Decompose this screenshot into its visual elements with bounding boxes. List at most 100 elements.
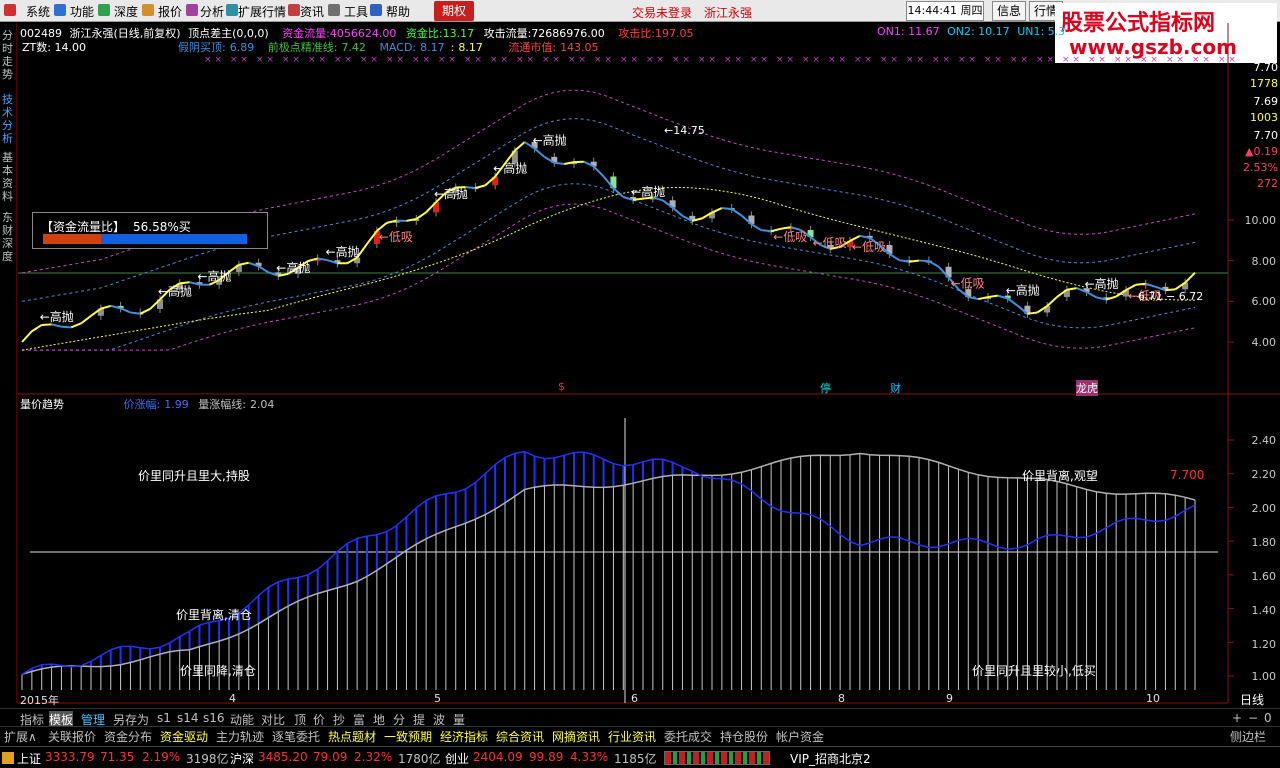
fund-box-title: 【资金流量比】: [41, 220, 126, 234]
event-marker-finance[interactable]: 财: [890, 380, 901, 396]
zoom-in-button[interactable]: +: [1232, 711, 1242, 725]
price-line-segment: [139, 308, 151, 315]
lower-panel: [21, 418, 1234, 703]
zt-value: 14.00: [54, 41, 86, 54]
tab-consensus[interactable]: 一致预期: [384, 728, 432, 745]
cross-marker: × ×: [776, 55, 794, 65]
sell-signal: ←高抛: [1006, 282, 1040, 297]
event-marker-dragon-tiger[interactable]: 龙虎: [1076, 380, 1098, 396]
tab-hot-topics[interactable]: 热点题材: [328, 728, 376, 745]
buy-signal: ←低吸: [773, 230, 807, 244]
fn-s14[interactable]: s14: [177, 711, 199, 725]
tab-industry-news[interactable]: 行业资讯: [608, 728, 656, 745]
sh-label[interactable]: 上证: [17, 750, 41, 767]
fund-buy-bar: [43, 234, 101, 244]
macd-label: MACD:: [379, 41, 417, 54]
tab-related-quotes[interactable]: 关联报价: [48, 728, 96, 745]
right-info-0: 7.70: [1253, 61, 1279, 74]
cross-marker: × ×: [958, 55, 976, 65]
cross-marker: × ×: [594, 55, 612, 65]
sz-amount: 1780亿: [398, 752, 441, 766]
sell-signal: ←高抛: [326, 244, 360, 259]
macd-value-2: 8.17: [458, 41, 483, 54]
x-label-9: 9: [946, 692, 953, 705]
cross-marker: × ×: [230, 55, 248, 65]
price-line-segment: [179, 281, 190, 285]
macd-value-1: 8.17: [420, 41, 445, 54]
tab-fund-drive[interactable]: 资金驱动: [160, 728, 208, 745]
nav-tab-timeshare[interactable]: 分时走势: [2, 29, 15, 81]
attack-ratio-value: 197.05: [655, 27, 694, 40]
price-line-segment: [61, 325, 72, 329]
lower-vol-value: 2.04: [249, 398, 275, 411]
price-axis-label-8: 8.00: [1251, 255, 1277, 268]
cy-change: 99.89: [529, 750, 564, 764]
x-label-6: 6: [631, 692, 638, 705]
cross-marker: × ×: [880, 55, 898, 65]
tab-holdings[interactable]: 持仓股份: [720, 728, 768, 745]
cy-amount: 1185亿: [614, 752, 657, 766]
sell-signal: ←高抛: [158, 283, 192, 298]
menu-system-icon: [4, 4, 16, 16]
sz-label[interactable]: 沪深: [230, 750, 254, 767]
on2-value: ON2: 10.17: [947, 25, 1010, 38]
tab-main-track[interactable]: 主力轨迹: [216, 728, 264, 745]
price-line-segment: [671, 206, 684, 217]
right-info-1: 1778: [1250, 77, 1278, 90]
nav-tab-technical[interactable]: 技术分析: [2, 93, 15, 145]
tab-account[interactable]: 帐户资金: [776, 728, 824, 745]
lower-axis-120: 1.20: [1251, 638, 1277, 651]
tab-order-detail[interactable]: 逐笔委托: [272, 728, 320, 745]
event-marker-suspend[interactable]: 停: [820, 380, 831, 396]
sell-signal: ←高抛: [493, 161, 527, 176]
sell-signal: ←高抛: [1085, 276, 1119, 291]
cross-marker: × ×: [204, 55, 222, 65]
price-line-segment: [415, 211, 427, 220]
cross-marker: × ×: [412, 55, 430, 65]
cross-marker: × ×: [568, 55, 586, 65]
zoom-reset-button[interactable]: 0: [1264, 711, 1272, 725]
high-price-marker: ←14.75: [664, 124, 705, 137]
tab-orders[interactable]: 委托成交: [664, 728, 712, 745]
fund-sell-bar: [100, 234, 247, 244]
tab-economic[interactable]: 经济指标: [440, 728, 488, 745]
lower-axis-240: 2.40: [1251, 434, 1277, 447]
sell-signal: ←高抛: [197, 269, 231, 284]
market-breadth-bar: [664, 751, 770, 765]
sh-amount: 3198亿: [186, 752, 229, 766]
zoom-out-button[interactable]: −: [1248, 711, 1258, 725]
tab-web-news[interactable]: 网摘资讯: [552, 728, 600, 745]
price-line-segment: [592, 165, 605, 178]
fn-s16[interactable]: s16: [203, 711, 225, 725]
nav-tab-depth[interactable]: 东财深度: [2, 211, 15, 263]
price-line-segment: [1184, 271, 1196, 284]
cross-marker: × ×: [282, 55, 300, 65]
sell-signal: ←高抛: [276, 260, 310, 275]
tab-composite-news[interactable]: 综合资讯: [496, 728, 544, 745]
x-label-5: 5: [434, 692, 441, 705]
on1-value: ON1: 11.67: [877, 25, 940, 38]
price-line-segment: [721, 207, 732, 210]
lower-title[interactable]: 量价趋势: [20, 398, 64, 411]
cross-marker: × ×: [724, 55, 742, 65]
status-bar: 上证 3333.79 71.35 2.19% 3198亿 沪深 3485.20 …: [0, 746, 1280, 768]
cross-marker: × ×: [334, 55, 352, 65]
fn-s1[interactable]: s1: [157, 711, 171, 725]
app-window: 系统 功能 深度 报价 分析 扩展行情 资讯 工具 帮助 期权 交易未登录 浙江…: [0, 0, 1280, 768]
price-right-info: 7.70 1778 7.69 1003 7.70 ▲0.19 2.53% 272: [1228, 60, 1278, 192]
volume-trend-line: [21, 452, 1196, 676]
tab-expand[interactable]: 扩展∧: [4, 728, 37, 745]
period-label[interactable]: 日线: [1240, 691, 1264, 708]
tab-fund-distribution[interactable]: 资金分布: [104, 728, 152, 745]
cross-marker: × ×: [1036, 55, 1054, 65]
cy-label[interactable]: 创业: [445, 750, 469, 767]
cross-marker: × ×: [620, 55, 638, 65]
cross-marker: × ×: [1062, 55, 1080, 65]
server-name[interactable]: VIP_招商北京2: [790, 750, 871, 767]
side-panel-toggle[interactable]: 侧边栏: [1230, 728, 1266, 745]
status-flag-icon: [2, 752, 14, 764]
function-bar: 指标 模板 管理 另存为 s1 s14 s16 动能 对比 顶 价 抄 富 地 …: [0, 708, 1280, 728]
nav-tab-fundamentals[interactable]: 基本资料: [2, 151, 15, 203]
event-marker-dollar[interactable]: $: [558, 380, 565, 393]
right-info-7: 272: [1257, 177, 1278, 190]
